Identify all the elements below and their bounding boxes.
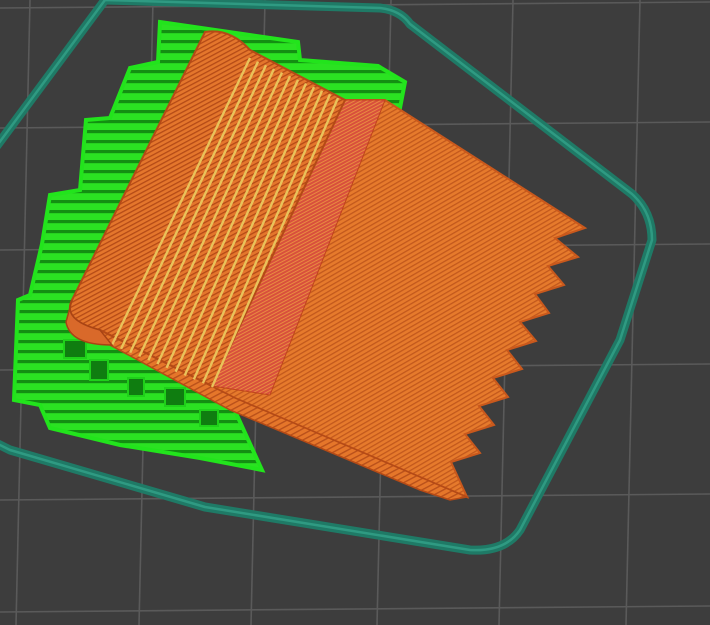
grid-line-horizontal	[0, 605, 710, 613]
grid-line-horizontal	[0, 493, 710, 501]
preview-canvas[interactable]	[0, 0, 710, 625]
gcode-preview-viewport[interactable]	[0, 0, 710, 625]
